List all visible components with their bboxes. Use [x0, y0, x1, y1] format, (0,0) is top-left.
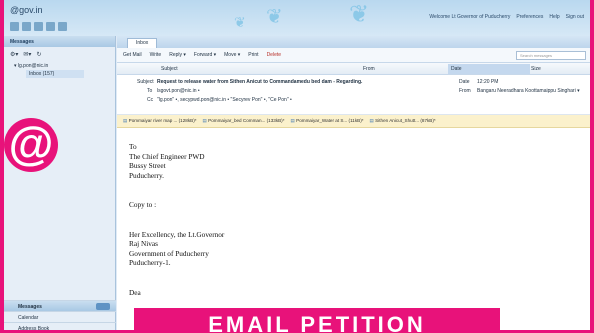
to-recipient[interactable]: lsgovt.pon@nic.in •	[157, 88, 200, 94]
mailbox-options-icon[interactable]: ✉▾	[23, 51, 31, 58]
body-line: To	[129, 142, 137, 151]
body-line: Her Excellency, the Lt.Governor	[129, 229, 225, 239]
mail-icon[interactable]	[22, 22, 31, 31]
attachments-bar: Pommaiyar river map ... (128kB)* Pommaiy…	[117, 115, 590, 128]
subject-text: Request to release water from Sithen Ani…	[157, 79, 363, 85]
top-bar: @gov.in ❦ ❦ ❦ Welcome Lt Governor of Pud…	[4, 0, 590, 36]
body-line: Puducherry-1.	[129, 258, 171, 267]
sidebar-item-calendar[interactable]: Calendar	[4, 311, 116, 322]
email-client-window: @gov.in ❦ ❦ ❦ Welcome Lt Governor of Pud…	[4, 0, 590, 333]
pink-border-right	[590, 0, 594, 333]
brand-logo: @gov.in	[10, 5, 43, 15]
attachment-item[interactable]: Pommaiyar river map ... (128kB)*	[123, 118, 197, 124]
unread-count-badge	[96, 303, 110, 310]
delete-button[interactable]: Delete	[267, 52, 281, 58]
message-header: Subject Request to release water from Si…	[117, 75, 590, 115]
contacts-icon[interactable]	[46, 22, 55, 31]
message-body: To The Chief Engineer PWD Bussy Street P…	[117, 128, 590, 311]
body-line: Government of Puducherry	[129, 248, 209, 258]
attachment-item[interactable]: Sithen Anicut_Shutt... (87kB)*	[370, 118, 436, 124]
attachment-item[interactable]: Pommaiyar_bed Comman... (133kB)*	[203, 118, 284, 124]
message-pane: Inbox Get Mail Write Reply ▾ Forward ▾ M…	[117, 36, 590, 333]
attachment-item[interactable]: Pommaiyar_Water at S... (11kB)*	[291, 118, 363, 124]
top-links: Welcome Lt Governor of Puducherry Prefer…	[429, 14, 584, 20]
get-mail-button[interactable]: Get Mail	[123, 52, 142, 58]
reply-button[interactable]: Reply ▾	[169, 52, 186, 58]
cc-recipients[interactable]: "lg.pon" •, secypwd.pon@nic.in • "Secyre…	[157, 97, 292, 103]
folder-tree: ▾ lg.pon@nic.in Inbox (157)	[4, 62, 115, 78]
body-line: Raj Nivas	[129, 239, 158, 248]
butterfly-decoration: ❦	[266, 6, 283, 28]
body-line: Dea	[129, 287, 141, 297]
from-label: From	[459, 88, 471, 94]
quick-icons	[10, 22, 67, 31]
butterfly-decoration: ❦	[349, 1, 370, 28]
column-date[interactable]: Date	[451, 66, 462, 72]
date-label: Date	[459, 79, 470, 85]
body-line: Copy to :	[129, 200, 157, 209]
sidebar-header: Messages	[4, 36, 115, 47]
body-line: Puducherry.	[129, 170, 164, 180]
home-icon[interactable]	[10, 22, 19, 31]
at-symbol-badge: @	[4, 118, 58, 172]
sidebar: Messages ⚙▾ ✉▾ ↻ ▾ lg.pon@nic.in Inbox (…	[4, 36, 116, 333]
sidebar-item-inbox[interactable]: Inbox (157)	[26, 70, 84, 78]
move-button[interactable]: Move ▾	[224, 52, 240, 58]
tab-inbox[interactable]: Inbox	[127, 38, 158, 48]
sidebar-item-messages[interactable]: Messages	[4, 300, 116, 311]
column-size[interactable]: Size	[531, 66, 541, 72]
search-input[interactable]: Search messages	[516, 51, 586, 60]
account-node[interactable]: ▾ lg.pon@nic.in	[14, 62, 115, 70]
butterfly-decoration: ❦	[234, 14, 246, 30]
help-link[interactable]: Help	[549, 14, 559, 20]
body-line: The Chief Engineer PWD	[129, 151, 205, 161]
preferences-link[interactable]: Preferences	[516, 14, 543, 20]
print-button[interactable]: Print	[248, 52, 258, 58]
to-label: To	[147, 88, 153, 94]
write-button[interactable]: Write	[150, 52, 162, 58]
column-subject[interactable]: Subject	[161, 66, 178, 72]
from-sender[interactable]: Bangaru Neeradhara Koottamaippu Singhari…	[477, 88, 580, 94]
column-from[interactable]: From	[363, 66, 375, 72]
sidebar-tools: ⚙▾ ✉▾ ↻	[4, 47, 115, 62]
body-line: Bussy Street	[129, 161, 166, 170]
sign-out-link[interactable]: Sign out	[566, 14, 584, 20]
folder-options-icon[interactable]: ⚙▾	[10, 51, 18, 58]
forward-button[interactable]: Forward ▾	[194, 52, 216, 58]
refresh-icon[interactable]: ↻	[36, 51, 41, 58]
cc-label: Cc	[147, 97, 154, 103]
date-value: 12:20 PM	[477, 79, 499, 85]
email-petition-banner: EMAIL PETITION	[134, 308, 500, 333]
pink-border-left	[0, 0, 4, 333]
sidebar-nav: Messages Calendar Address Book	[4, 300, 116, 333]
tab-bar: Inbox	[117, 36, 590, 48]
mail-toolbar: Get Mail Write Reply ▾ Forward ▾ Move ▾ …	[117, 48, 590, 63]
calendar-icon[interactable]	[34, 22, 43, 31]
settings-icon[interactable]	[58, 22, 67, 31]
welcome-text: Welcome Lt Governor of Puducherry	[429, 14, 511, 20]
subject-label: Subject	[137, 79, 154, 85]
message-list-header: Subject From Date Size	[117, 63, 590, 75]
